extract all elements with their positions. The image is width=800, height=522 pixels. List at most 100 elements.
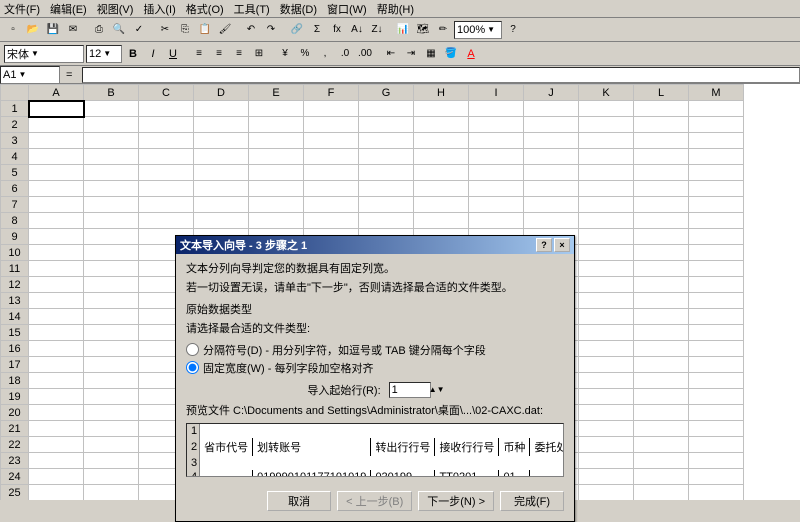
cell-M6[interactable] bbox=[689, 181, 744, 197]
link-icon[interactable]: 🔗 bbox=[288, 21, 306, 39]
cell-L12[interactable] bbox=[634, 277, 689, 293]
cell-B4[interactable] bbox=[84, 149, 139, 165]
cell-J6[interactable] bbox=[524, 181, 579, 197]
cell-A11[interactable] bbox=[29, 261, 84, 277]
align-left-icon[interactable]: ≡ bbox=[190, 45, 208, 63]
col-header-G[interactable]: G bbox=[359, 85, 414, 101]
cell-A14[interactable] bbox=[29, 309, 84, 325]
finish-button[interactable]: 完成(F) bbox=[500, 491, 564, 511]
cell-L1[interactable] bbox=[634, 101, 689, 117]
cell-A9[interactable] bbox=[29, 229, 84, 245]
cell-J1[interactable] bbox=[524, 101, 579, 117]
cell-K8[interactable] bbox=[579, 213, 634, 229]
cell-H7[interactable] bbox=[414, 197, 469, 213]
cell-M16[interactable] bbox=[689, 341, 744, 357]
row-header-17[interactable]: 17 bbox=[1, 357, 29, 373]
menu-view[interactable]: 视图(V) bbox=[97, 1, 134, 17]
cell-H4[interactable] bbox=[414, 149, 469, 165]
cell-M17[interactable] bbox=[689, 357, 744, 373]
cell-C1[interactable] bbox=[139, 101, 194, 117]
cell-F7[interactable] bbox=[304, 197, 359, 213]
cell-E8[interactable] bbox=[249, 213, 304, 229]
cell-D7[interactable] bbox=[194, 197, 249, 213]
menu-data[interactable]: 数据(D) bbox=[280, 1, 317, 17]
col-header-I[interactable]: I bbox=[469, 85, 524, 101]
cell-B13[interactable] bbox=[84, 293, 139, 309]
cell-K25[interactable] bbox=[579, 485, 634, 501]
cell-K19[interactable] bbox=[579, 389, 634, 405]
cell-C7[interactable] bbox=[139, 197, 194, 213]
cell-B6[interactable] bbox=[84, 181, 139, 197]
cell-G8[interactable] bbox=[359, 213, 414, 229]
undo-icon[interactable]: ↶ bbox=[242, 21, 260, 39]
cell-G4[interactable] bbox=[359, 149, 414, 165]
row-header-14[interactable]: 14 bbox=[1, 309, 29, 325]
cell-F4[interactable] bbox=[304, 149, 359, 165]
cell-B18[interactable] bbox=[84, 373, 139, 389]
cell-D6[interactable] bbox=[194, 181, 249, 197]
cell-C3[interactable] bbox=[139, 133, 194, 149]
cell-M19[interactable] bbox=[689, 389, 744, 405]
cell-A3[interactable] bbox=[29, 133, 84, 149]
mail-icon[interactable]: ✉ bbox=[64, 21, 82, 39]
cell-L9[interactable] bbox=[634, 229, 689, 245]
cell-B11[interactable] bbox=[84, 261, 139, 277]
cell-F1[interactable] bbox=[304, 101, 359, 117]
cell-K22[interactable] bbox=[579, 437, 634, 453]
dialog-help-icon[interactable]: ? bbox=[536, 238, 552, 252]
cell-B16[interactable] bbox=[84, 341, 139, 357]
sum-icon[interactable]: Σ bbox=[308, 21, 326, 39]
cell-F2[interactable] bbox=[304, 117, 359, 133]
cell-M8[interactable] bbox=[689, 213, 744, 229]
cell-K14[interactable] bbox=[579, 309, 634, 325]
cell-B5[interactable] bbox=[84, 165, 139, 181]
cell-K18[interactable] bbox=[579, 373, 634, 389]
preview-icon[interactable]: 🔍 bbox=[110, 21, 128, 39]
cell-K9[interactable] bbox=[579, 229, 634, 245]
cell-A6[interactable] bbox=[29, 181, 84, 197]
cell-M20[interactable] bbox=[689, 405, 744, 421]
cut-icon[interactable]: ✂ bbox=[156, 21, 174, 39]
cell-L19[interactable] bbox=[634, 389, 689, 405]
cell-L22[interactable] bbox=[634, 437, 689, 453]
col-header-D[interactable]: D bbox=[194, 85, 249, 101]
cell-M1[interactable] bbox=[689, 101, 744, 117]
cell-B12[interactable] bbox=[84, 277, 139, 293]
currency-icon[interactable]: ¥ bbox=[276, 45, 294, 63]
cell-D4[interactable] bbox=[194, 149, 249, 165]
cell-A17[interactable] bbox=[29, 357, 84, 373]
cell-K6[interactable] bbox=[579, 181, 634, 197]
radio-fixed-width[interactable] bbox=[186, 361, 199, 374]
row-header-6[interactable]: 6 bbox=[1, 181, 29, 197]
cell-G2[interactable] bbox=[359, 117, 414, 133]
cell-C5[interactable] bbox=[139, 165, 194, 181]
cell-A13[interactable] bbox=[29, 293, 84, 309]
cell-L13[interactable] bbox=[634, 293, 689, 309]
name-box[interactable]: A1▼ bbox=[0, 66, 60, 84]
cell-I1[interactable] bbox=[469, 101, 524, 117]
menu-edit[interactable]: 编辑(E) bbox=[50, 1, 87, 17]
cell-A22[interactable] bbox=[29, 437, 84, 453]
row-header-10[interactable]: 10 bbox=[1, 245, 29, 261]
cell-E3[interactable] bbox=[249, 133, 304, 149]
cell-L18[interactable] bbox=[634, 373, 689, 389]
cell-C8[interactable] bbox=[139, 213, 194, 229]
row-header-13[interactable]: 13 bbox=[1, 293, 29, 309]
row-header-21[interactable]: 21 bbox=[1, 421, 29, 437]
cell-A2[interactable] bbox=[29, 117, 84, 133]
cell-M25[interactable] bbox=[689, 485, 744, 501]
cell-B21[interactable] bbox=[84, 421, 139, 437]
copy-icon[interactable]: ⎘ bbox=[176, 21, 194, 39]
cell-D2[interactable] bbox=[194, 117, 249, 133]
row-header-11[interactable]: 11 bbox=[1, 261, 29, 277]
cell-M10[interactable] bbox=[689, 245, 744, 261]
row-header-19[interactable]: 19 bbox=[1, 389, 29, 405]
cell-M2[interactable] bbox=[689, 117, 744, 133]
col-header-A[interactable]: A bbox=[29, 85, 84, 101]
cell-K5[interactable] bbox=[579, 165, 634, 181]
cell-K12[interactable] bbox=[579, 277, 634, 293]
cell-A7[interactable] bbox=[29, 197, 84, 213]
equals-icon[interactable]: = bbox=[60, 69, 78, 81]
cell-K10[interactable] bbox=[579, 245, 634, 261]
cell-B8[interactable] bbox=[84, 213, 139, 229]
